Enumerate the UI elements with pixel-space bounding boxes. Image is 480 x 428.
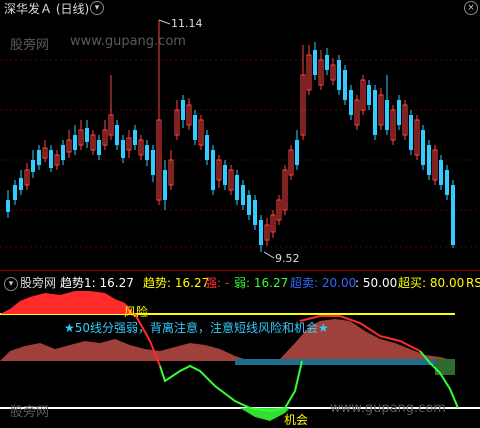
candle-body-down bbox=[421, 130, 425, 165]
candle-body-down bbox=[373, 90, 377, 135]
candle-body-down bbox=[295, 140, 299, 165]
candle-body-down bbox=[13, 185, 17, 200]
low-pointer bbox=[263, 251, 275, 259]
weak-line-mid bbox=[159, 360, 303, 413]
candle-body-down bbox=[343, 70, 347, 100]
indicator-panel[interactable]: ▾ 股旁网 趋势1: 16.27 趋势: 16.27 强: - 弱: 16.27… bbox=[0, 271, 480, 428]
candle-body-down bbox=[193, 115, 197, 140]
candle-body-down bbox=[337, 60, 341, 90]
candle-body-down bbox=[61, 145, 65, 160]
legend-trend1: 趋势1: 16.27 bbox=[60, 276, 134, 290]
candle-body-down bbox=[163, 170, 167, 200]
price-panel[interactable]: 深华发Ａ (日线) ▾ × 股旁网 www.gupang.com 11.14 9… bbox=[0, 0, 480, 270]
candle-body-down bbox=[115, 125, 119, 145]
candle-body-down bbox=[85, 128, 89, 142]
candle-body-down bbox=[259, 220, 263, 245]
high-price-label: 11.14 bbox=[171, 17, 203, 30]
candle-body-down bbox=[49, 150, 53, 168]
candle-body-down bbox=[397, 100, 401, 125]
chevron-down-icon[interactable]: ▾ bbox=[4, 277, 18, 291]
close-icon[interactable]: × bbox=[464, 1, 478, 15]
candle-body-down bbox=[205, 135, 209, 160]
legend-weak: 弱: 16.27 bbox=[234, 276, 289, 290]
candle-body-down bbox=[241, 185, 245, 205]
candle-body-down bbox=[439, 160, 443, 185]
risk-annotation: 风险 bbox=[124, 305, 149, 319]
risk-area bbox=[0, 291, 135, 314]
weak-bar bbox=[435, 359, 455, 375]
legend-oversold: 超卖: 20.00 bbox=[290, 276, 357, 290]
legend-overbought: 超买: 80.00 bbox=[398, 276, 465, 290]
candle-body-down bbox=[211, 150, 215, 190]
candle-body-down bbox=[367, 85, 371, 105]
candle-body-down bbox=[451, 185, 455, 245]
neutral-bar bbox=[235, 359, 455, 365]
candle-body-down bbox=[253, 200, 257, 225]
high-pointer bbox=[158, 19, 171, 25]
candle-body-down bbox=[409, 115, 413, 150]
candle-body-down bbox=[385, 100, 389, 130]
candle-body-down bbox=[145, 145, 149, 160]
stock-title: 深华发Ａ (日线) bbox=[4, 2, 90, 16]
candle-body-down bbox=[151, 150, 155, 175]
candle-body-down bbox=[181, 100, 185, 120]
candle-body-down bbox=[37, 150, 41, 165]
legend-rs: RS bbox=[466, 276, 480, 290]
strength-note: ★50线分强弱，背离注意，注意短线风险和机会★ bbox=[64, 321, 329, 335]
candle-body-down bbox=[19, 178, 23, 190]
candle-body-down bbox=[247, 195, 251, 215]
candle-body-down bbox=[97, 140, 101, 155]
legend-mid: : 50.00 bbox=[355, 276, 398, 290]
candle-body-down bbox=[235, 175, 239, 200]
indicator-watermark-cn: 股旁网 bbox=[20, 276, 57, 290]
low-price-label: 9.52 bbox=[275, 252, 300, 265]
candle-body-down bbox=[31, 160, 35, 172]
indicator-watermark-cn-2: 股旁网 bbox=[10, 405, 50, 420]
legend-strong: 强: - bbox=[205, 276, 230, 290]
chance-annotation: 机会 bbox=[284, 413, 309, 427]
candle-body-down bbox=[6, 200, 10, 212]
indicator-watermark-url: www.gupang.com bbox=[330, 401, 446, 416]
candle-body-down bbox=[121, 140, 125, 158]
legend-trend: 趋势: 16.27 bbox=[143, 276, 210, 290]
candle-body-down bbox=[349, 90, 353, 115]
candle-body-down bbox=[313, 50, 317, 75]
candle-body-down bbox=[133, 130, 137, 145]
watermark-cn: 股旁网 bbox=[10, 38, 50, 53]
candle-body-down bbox=[325, 55, 329, 70]
chevron-down-icon[interactable]: ▾ bbox=[90, 1, 104, 15]
candle-body-down bbox=[73, 135, 77, 150]
candle-body-down bbox=[445, 170, 449, 195]
watermark-url: www.gupang.com bbox=[70, 34, 186, 49]
candle-body-down bbox=[427, 145, 431, 175]
candle-body-down bbox=[223, 165, 227, 185]
